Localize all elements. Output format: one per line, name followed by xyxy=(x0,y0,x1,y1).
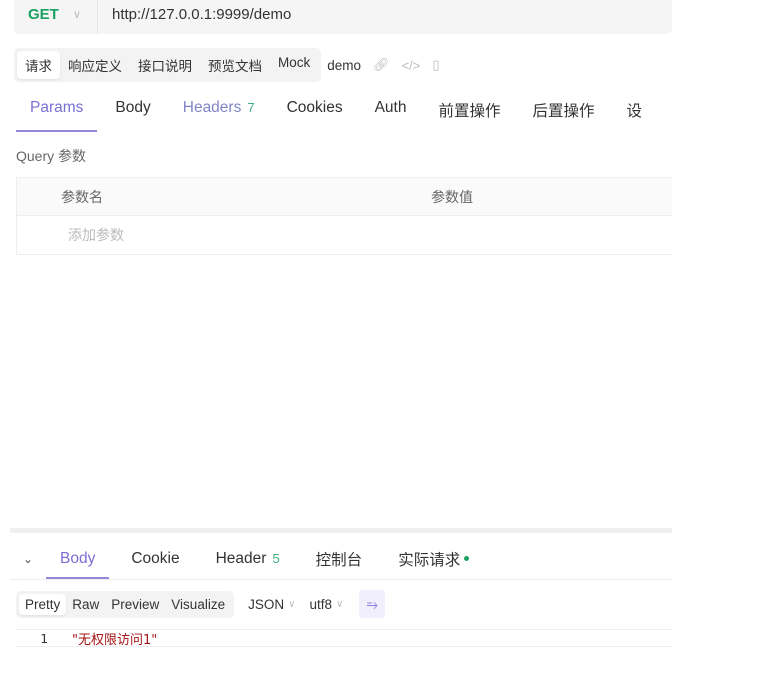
type-value: JSON xyxy=(248,596,285,612)
tab-body[interactable]: Body xyxy=(101,94,164,132)
format-preview[interactable]: Preview xyxy=(105,594,165,615)
tab-settings[interactable]: 设 xyxy=(613,94,657,132)
api-name: demo xyxy=(327,57,362,73)
response-tab-actual-request[interactable]: 实际请求 xyxy=(384,538,483,579)
tab-headers[interactable]: Headers 7 xyxy=(169,94,269,132)
url-bar: GET ∨ http://127.0.0.1:9999/demo xyxy=(14,0,672,34)
code-line: "无权限访问1" xyxy=(72,632,158,648)
actual-request-label: 实际请求 xyxy=(398,551,461,569)
format-bar: Pretty Raw Preview Visualize JSON ∨ utf8 ∨… xyxy=(16,590,386,618)
type-select[interactable]: JSON ∨ xyxy=(248,597,295,612)
response-code: 1 "无权限访问1" xyxy=(16,629,672,648)
wrap-lines-icon[interactable]: ⥱ xyxy=(359,590,386,618)
chevron-down-icon: ∨ xyxy=(288,598,296,610)
header-count-badge: 5 xyxy=(272,551,280,566)
tab-cookies[interactable]: Cookies xyxy=(273,94,357,132)
format-pretty[interactable]: Pretty xyxy=(19,593,67,615)
chevron-down-icon: ∨ xyxy=(335,598,344,610)
column-param-value: 参数值 xyxy=(431,188,473,205)
query-params-title: Query 参数 xyxy=(16,148,87,164)
method-select[interactable]: GET ∨ xyxy=(14,0,98,34)
mode-mock[interactable]: Mock xyxy=(270,51,318,79)
headers-count-badge: 7 xyxy=(247,100,255,115)
sidebar-panel-icon[interactable]: ▯ xyxy=(432,57,439,73)
mode-request[interactable]: 请求 xyxy=(17,51,60,79)
tab-auth[interactable]: Auth xyxy=(361,94,421,132)
line-number: 1 xyxy=(40,630,48,646)
add-param-input[interactable]: 添加参数 xyxy=(17,216,672,254)
response-tab-header[interactable]: Header 5 xyxy=(202,538,294,579)
response-tab-cookie[interactable]: Cookie xyxy=(117,538,193,579)
link-icon[interactable]: 🔗︎ xyxy=(373,57,390,73)
status-dot-icon xyxy=(464,556,470,561)
query-params-table: 参数名 参数值 添加参数 xyxy=(16,177,672,255)
tab-headers-label: Headers xyxy=(182,99,242,116)
encoding-value: utf8 xyxy=(309,596,332,612)
response-tab-body[interactable]: Body xyxy=(46,538,110,579)
response-tab-header-label: Header xyxy=(215,549,267,567)
tab-params[interactable]: Params xyxy=(16,94,98,132)
code-icon[interactable]: </> xyxy=(402,58,421,73)
mode-api-description[interactable]: 接口说明 xyxy=(130,51,200,79)
api-panel: GET ∨ http://127.0.0.1:9999/demo 请求 响应定义 … xyxy=(0,0,672,682)
format-raw[interactable]: Raw xyxy=(66,594,105,615)
tab-pre-operations[interactable]: 前置操作 xyxy=(424,94,514,132)
encoding-select[interactable]: utf8 ∨ xyxy=(309,597,343,612)
response-tabs: ⌄ Body Cookie Header 5 控制台 实际请求 xyxy=(10,538,672,580)
request-tabs: Params Body Headers 7 Cookies Auth 前置操作 后… xyxy=(16,94,660,132)
chevron-down-icon: ∨ xyxy=(72,8,81,21)
mode-preview-doc[interactable]: 预览文档 xyxy=(200,51,270,79)
format-visualize[interactable]: Visualize xyxy=(165,594,231,615)
collapse-chevron-icon[interactable]: ⌄ xyxy=(10,552,46,566)
method-label: GET xyxy=(28,5,59,23)
column-param-name: 参数名 xyxy=(61,188,103,205)
table-header: 参数名 参数值 xyxy=(17,178,672,216)
mode-response-definition[interactable]: 响应定义 xyxy=(60,51,130,79)
url-input[interactable]: http://127.0.0.1:9999/demo xyxy=(98,6,291,23)
mode-bar: 请求 响应定义 接口说明 预览文档 Mock demo 🔗︎ </> ▯ xyxy=(14,48,440,82)
response-tab-console[interactable]: 控制台 xyxy=(302,538,377,579)
resize-handle[interactable] xyxy=(10,528,672,533)
tab-post-operations[interactable]: 后置操作 xyxy=(518,94,608,132)
